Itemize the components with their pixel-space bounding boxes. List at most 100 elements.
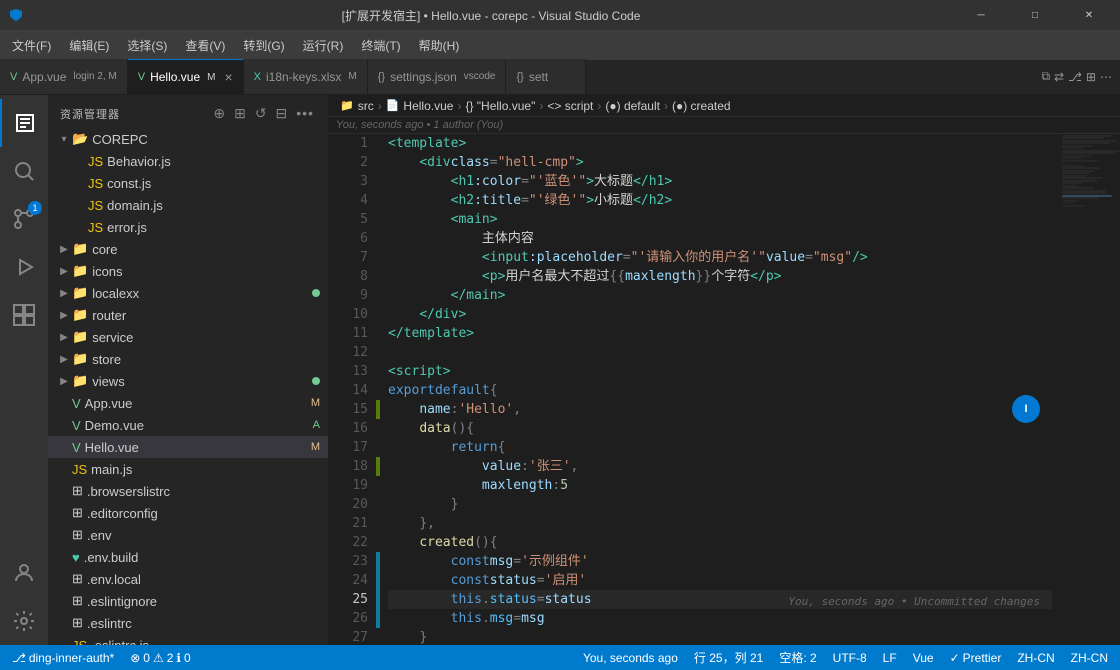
sidebar-item-store[interactable]: ▶ 📁 store bbox=[48, 348, 328, 370]
tab-app-vue[interactable]: V App.vue login 2, M bbox=[0, 59, 128, 94]
code-line-18: value: '张三', bbox=[388, 457, 1052, 476]
demo-vue-badge: A bbox=[313, 419, 320, 431]
collapse-all-icon[interactable]: ⊟ bbox=[274, 103, 291, 124]
code-line-5: <main> bbox=[388, 210, 1052, 229]
status-location[interactable]: You, seconds ago bbox=[579, 645, 682, 670]
sidebar-item-icons[interactable]: ▶ 📁 icons bbox=[48, 260, 328, 282]
close-button[interactable]: ✕ bbox=[1066, 0, 1112, 30]
status-branch[interactable]: ⎇ ding-inner-auth* bbox=[8, 645, 118, 670]
tab-settings-json[interactable]: {} settings.json vscode bbox=[368, 59, 507, 94]
ln18: 18 bbox=[328, 457, 368, 476]
sidebar-item-demo-vue[interactable]: V Demo.vue A bbox=[48, 414, 328, 436]
sidebar-item-localexx[interactable]: ▶ 📁 localexx bbox=[48, 282, 328, 304]
activity-search[interactable] bbox=[0, 147, 48, 195]
menu-file[interactable]: 文件(F) bbox=[4, 33, 59, 58]
code-line-24: const status = '启用' bbox=[388, 571, 1052, 590]
code-line-27: } bbox=[388, 628, 1052, 645]
sidebar-item-main-js[interactable]: JS main.js bbox=[48, 458, 328, 480]
sidebar-item-service[interactable]: ▶ 📁 service bbox=[48, 326, 328, 348]
status-cursor[interactable]: 行 25，列 21 bbox=[690, 645, 767, 670]
spaces-label: 空格: 2 bbox=[779, 649, 816, 666]
tab-hello-vue[interactable]: V Hello.vue M × bbox=[128, 59, 244, 94]
code-panel[interactable]: <template> <div class="hell-cmp"> <h1 :c… bbox=[380, 134, 1060, 645]
sidebar-item-env[interactable]: ⊞ .env bbox=[48, 524, 328, 546]
breadcrumb-src[interactable]: src bbox=[358, 99, 374, 113]
core-arrow: ▶ bbox=[56, 244, 72, 255]
tab-hello-vue-close[interactable]: × bbox=[224, 69, 232, 85]
status-lineending[interactable]: LF bbox=[879, 645, 901, 670]
env-label: .env bbox=[87, 528, 328, 543]
activity-debug[interactable] bbox=[0, 243, 48, 291]
new-file-icon[interactable]: ⊕ bbox=[211, 103, 228, 124]
breadcrumb-script[interactable]: <> script bbox=[547, 99, 593, 113]
activity-explorer[interactable] bbox=[0, 99, 48, 147]
maximize-button[interactable]: □ bbox=[1012, 0, 1058, 30]
locale-label: ZH-CN bbox=[1017, 651, 1054, 665]
sidebar-item-eslintignore[interactable]: ⊞ .eslintignore bbox=[48, 590, 328, 612]
source-control-icon[interactable]: ⎇ bbox=[1068, 70, 1082, 84]
menu-view[interactable]: 查看(V) bbox=[177, 33, 233, 58]
branch-name: ding-inner-auth* bbox=[29, 651, 114, 665]
tab-sett2[interactable]: {} sett bbox=[506, 59, 586, 94]
folder-icon-icons: 📁 bbox=[72, 263, 88, 279]
status-spaces[interactable]: 空格: 2 bbox=[775, 645, 820, 670]
status-prettier[interactable]: ✓ Prettier bbox=[946, 645, 1006, 670]
sidebar-item-app-vue[interactable]: V App.vue M bbox=[48, 392, 328, 414]
menu-select[interactable]: 选择(S) bbox=[119, 33, 175, 58]
sidebar-item-error[interactable]: JS error.js bbox=[48, 216, 328, 238]
menu-edit[interactable]: 编辑(E) bbox=[61, 33, 117, 58]
split-editor-icon[interactable]: ⧉ bbox=[1041, 69, 1050, 84]
breadcrumb-hello-vue2[interactable]: {} "Hello.vue" bbox=[465, 99, 535, 113]
refresh-icon[interactable]: ↺ bbox=[253, 103, 270, 124]
sidebar-item-env-local[interactable]: ⊞ .env.local bbox=[48, 568, 328, 590]
eslintrc-js-label: .eslintrc.js bbox=[91, 638, 328, 646]
activity-settings[interactable] bbox=[0, 597, 48, 645]
sidebar: 资源管理器 ⊕ ⊞ ↺ ⊟ ••• ▾ 📂 COREPC JS Behavior… bbox=[48, 95, 328, 645]
menu-terminal[interactable]: 终端(T) bbox=[353, 33, 408, 58]
sidebar-item-eslintrc-js[interactable]: JS .eslintrc.js bbox=[48, 634, 328, 645]
breadcrumb-file-icon: 📄 bbox=[386, 99, 400, 112]
tab-app-vue-label: App.vue bbox=[22, 70, 66, 84]
breadcrumb-default[interactable]: (●) default bbox=[605, 99, 660, 113]
view-icon[interactable]: ⊞ bbox=[1086, 70, 1096, 84]
sidebar-item-hello-vue[interactable]: V Hello.vue M bbox=[48, 436, 328, 458]
code-line-12 bbox=[388, 343, 1052, 362]
status-locale[interactable]: ZH-CN bbox=[1013, 645, 1058, 670]
menu-goto[interactable]: 转到(G) bbox=[235, 33, 292, 58]
sidebar-item-core[interactable]: ▶ 📁 core bbox=[48, 238, 328, 260]
sidebar-item-env-build[interactable]: ♥ .env.build bbox=[48, 546, 328, 568]
sidebar-item-corepc[interactable]: ▾ 📂 COREPC bbox=[48, 128, 328, 150]
sidebar-item-router[interactable]: ▶ 📁 router bbox=[48, 304, 328, 326]
status-errors[interactable]: ⊗ 0 ⚠ 2 ℹ 0 bbox=[126, 645, 194, 670]
status-encoding[interactable]: UTF-8 bbox=[829, 645, 871, 670]
remote-icon[interactable]: ⇄ bbox=[1054, 70, 1064, 84]
sidebar-item-domain[interactable]: JS domain.js bbox=[48, 194, 328, 216]
sidebar-item-eslintrc[interactable]: ⊞ .eslintrc bbox=[48, 612, 328, 634]
activity-accounts[interactable] bbox=[0, 549, 48, 597]
sidebar-item-views[interactable]: ▶ 📁 views bbox=[48, 370, 328, 392]
new-folder-icon[interactable]: ⊞ bbox=[232, 103, 249, 124]
more-options-icon[interactable]: ••• bbox=[294, 103, 316, 124]
tab-i18n-keys[interactable]: X i18n-keys.xlsx M bbox=[244, 59, 368, 94]
folder-icon-store: 📁 bbox=[72, 351, 88, 367]
status-locale2[interactable]: ZH-CN bbox=[1067, 645, 1112, 670]
minimize-button[interactable]: ─ bbox=[958, 0, 1004, 30]
menu-run[interactable]: 运行(R) bbox=[295, 33, 352, 58]
editor-content[interactable]: 1 2 3 4 5 6 7 8 9 10 11 12 13 14 15 16 1 bbox=[328, 134, 1120, 645]
ln3: 3 bbox=[328, 172, 368, 191]
status-language[interactable]: Vue bbox=[909, 645, 938, 670]
code-line-19: maxlength: 5 bbox=[388, 476, 1052, 495]
sidebar-item-browserslistrc[interactable]: ⊞ .browserslistrc bbox=[48, 480, 328, 502]
sidebar-item-behavior[interactable]: JS Behavior.js bbox=[48, 150, 328, 172]
activity-extensions[interactable] bbox=[0, 291, 48, 339]
menu-help[interactable]: 帮助(H) bbox=[411, 33, 468, 58]
store-label: store bbox=[92, 352, 328, 367]
more-tabs-icon[interactable]: ⋯ bbox=[1100, 70, 1112, 84]
breadcrumb-hello-vue[interactable]: Hello.vue bbox=[403, 99, 453, 113]
activity-source-control[interactable]: 1 bbox=[0, 195, 48, 243]
domain-label: domain.js bbox=[107, 198, 328, 213]
sidebar-item-editorconfig[interactable]: ⊞ .editorconfig bbox=[48, 502, 328, 524]
breadcrumb-created[interactable]: (●) created bbox=[672, 99, 731, 113]
sidebar-item-const[interactable]: JS const.js bbox=[48, 172, 328, 194]
ln12: 12 bbox=[328, 343, 368, 362]
